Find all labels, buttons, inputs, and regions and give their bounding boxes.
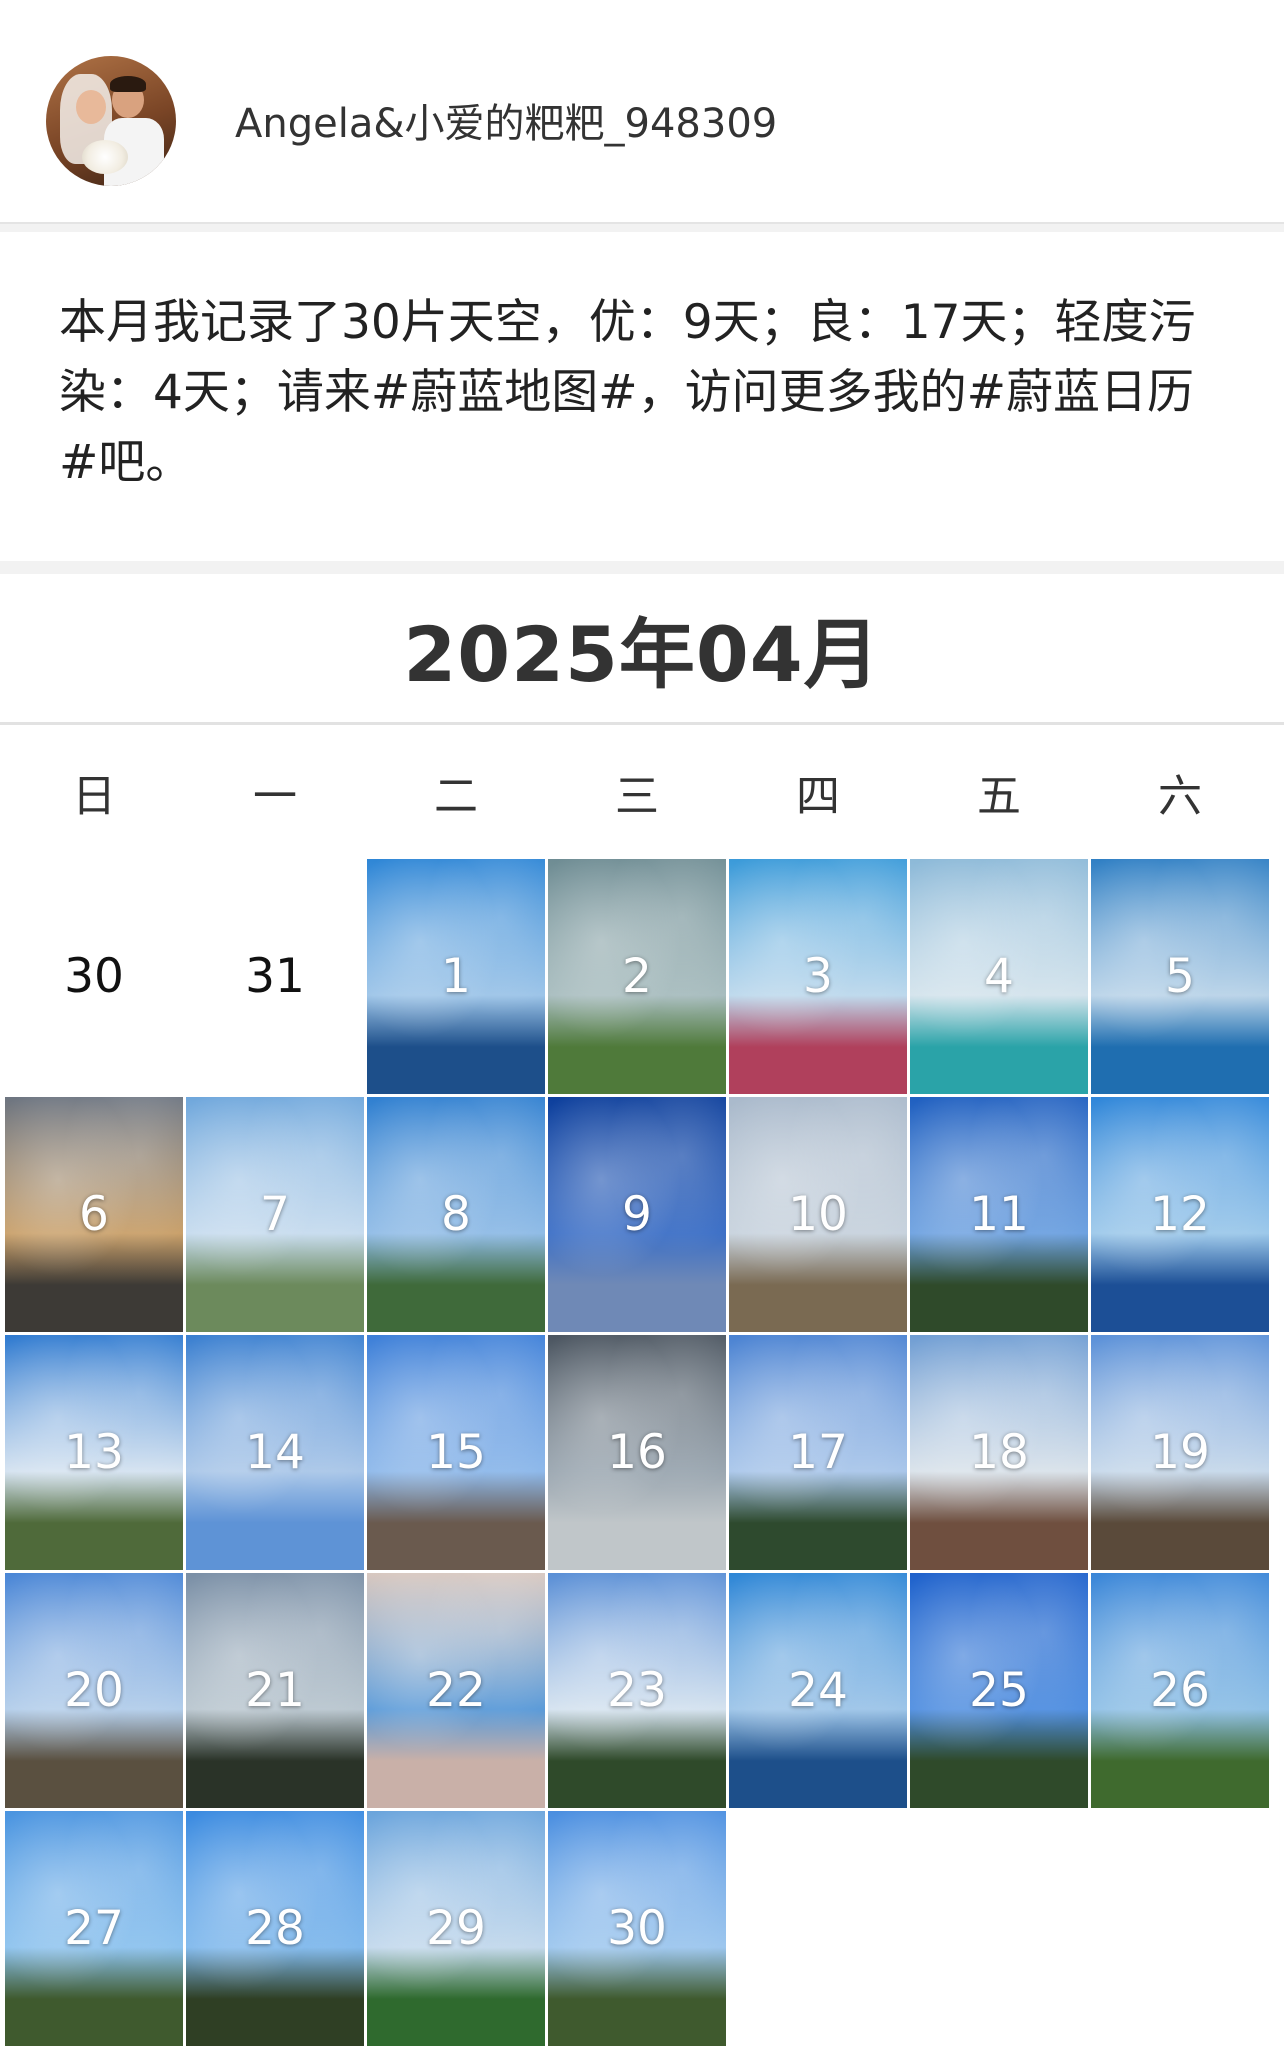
sky-photo-day-8[interactable]: 8 (367, 1097, 545, 1332)
username[interactable]: Angela&小爱的粑粑_948309 (235, 96, 777, 152)
day-number: 9 (622, 1187, 652, 1242)
day-number: 19 (1150, 1425, 1210, 1480)
weekday-label: 三 (615, 771, 659, 822)
weekday-label: 六 (1158, 771, 1202, 822)
avatar-face-bride (76, 90, 106, 124)
day-number: 28 (245, 1901, 305, 1956)
day-number: 12 (1150, 1187, 1210, 1242)
day-number: 18 (969, 1425, 1029, 1480)
calendar-header: 2025年04月 (0, 574, 1284, 725)
empty-cell (729, 1811, 907, 2046)
sky-photo-day-13[interactable]: 13 (5, 1335, 183, 1570)
day-number: 20 (64, 1663, 124, 1718)
avatar[interactable] (46, 56, 176, 186)
sky-photo-day-18[interactable]: 18 (910, 1335, 1088, 1570)
post-text: 本月我记录了30片天空，优：9天；良：17天；轻度污染：4天；请来#蔚蓝地图#，… (59, 295, 1196, 490)
weekday-label: 五 (977, 771, 1021, 822)
sky-photo-day-17[interactable]: 17 (729, 1335, 907, 1570)
day-number: 5 (1165, 949, 1195, 1004)
day-number: 4 (984, 949, 1014, 1004)
section-divider (0, 561, 1284, 574)
calendar-title: 2025年04月 (403, 610, 881, 699)
weekday-row: 日 一 二 三 四 五 六 (5, 725, 1269, 859)
sky-photo-day-12[interactable]: 12 (1091, 1097, 1269, 1332)
day-number: 30 (64, 949, 124, 1004)
day-number: 31 (245, 949, 305, 1004)
sky-photo-day-14[interactable]: 14 (186, 1335, 364, 1570)
day-number: 2 (622, 949, 652, 1004)
sky-photo-day-5[interactable]: 5 (1091, 859, 1269, 1094)
sky-photo-day-25[interactable]: 25 (910, 1573, 1088, 1808)
day-number: 3 (803, 949, 833, 1004)
weekday-label: 四 (796, 771, 840, 822)
day-number: 7 (260, 1187, 290, 1242)
empty-cell (1091, 1811, 1269, 2046)
avatar-hair (110, 76, 146, 92)
day-number: 10 (788, 1187, 848, 1242)
day-number: 21 (245, 1663, 305, 1718)
day-number: 11 (969, 1187, 1029, 1242)
sky-photo-day-7[interactable]: 7 (186, 1097, 364, 1332)
sky-photo-day-11[interactable]: 11 (910, 1097, 1088, 1332)
day-number: 8 (441, 1187, 471, 1242)
sky-photo-day-20[interactable]: 20 (5, 1573, 183, 1808)
day-number: 26 (1150, 1663, 1210, 1718)
day-number: 14 (245, 1425, 305, 1480)
sky-photo-day-22[interactable]: 22 (367, 1573, 545, 1808)
day-number: 17 (788, 1425, 848, 1480)
sky-photo-day-16[interactable]: 16 (548, 1335, 726, 1570)
weekday-label: 一 (253, 771, 297, 822)
sky-photo-day-29[interactable]: 29 (367, 1811, 545, 2046)
sky-photo-day-24[interactable]: 24 (729, 1573, 907, 1808)
sky-photo-day-23[interactable]: 23 (548, 1573, 726, 1808)
sky-photo-day-4[interactable]: 4 (910, 859, 1088, 1094)
day-number: 16 (607, 1425, 667, 1480)
prev-month-day: 30 (5, 859, 183, 1094)
sky-photo-day-9[interactable]: 9 (548, 1097, 726, 1332)
day-number: 29 (426, 1901, 486, 1956)
sky-photo-day-1[interactable]: 1 (367, 859, 545, 1094)
sky-photo-day-10[interactable]: 10 (729, 1097, 907, 1332)
sky-photo-day-19[interactable]: 19 (1091, 1335, 1269, 1570)
sky-photo-day-28[interactable]: 28 (186, 1811, 364, 2046)
day-number: 15 (426, 1425, 486, 1480)
sky-photo-day-27[interactable]: 27 (5, 1811, 183, 2046)
day-number: 6 (79, 1187, 109, 1242)
day-number: 23 (607, 1663, 667, 1718)
sky-photo-day-21[interactable]: 21 (186, 1573, 364, 1808)
sky-photo-day-30[interactable]: 30 (548, 1811, 726, 2046)
day-number: 1 (441, 949, 471, 1004)
weekday-label: 二 (434, 771, 478, 822)
sky-photo-day-2[interactable]: 2 (548, 859, 726, 1094)
weekday-label: 日 (72, 771, 116, 822)
section-divider (0, 224, 1284, 232)
day-number: 24 (788, 1663, 848, 1718)
prev-month-day: 31 (186, 859, 364, 1094)
sky-photo-day-6[interactable]: 6 (5, 1097, 183, 1332)
day-number: 25 (969, 1663, 1029, 1718)
day-number: 13 (64, 1425, 124, 1480)
sky-photo-day-15[interactable]: 15 (367, 1335, 545, 1570)
sky-photo-day-3[interactable]: 3 (729, 859, 907, 1094)
day-number: 27 (64, 1901, 124, 1956)
calendar-grid: 30 31 1 2 3 4 5 6 7 8 9 10 11 12 13 14 15 16 17 18 19 20 21 22 2… (5, 859, 1269, 2046)
sky-photo-day-26[interactable]: 26 (1091, 1573, 1269, 1808)
day-number: 22 (426, 1663, 486, 1718)
day-number: 30 (607, 1901, 667, 1956)
empty-cell (910, 1811, 1088, 2046)
profile-header: Angela&小爱的粑粑_948309 (0, 0, 1284, 224)
avatar-bouquet (82, 140, 128, 174)
